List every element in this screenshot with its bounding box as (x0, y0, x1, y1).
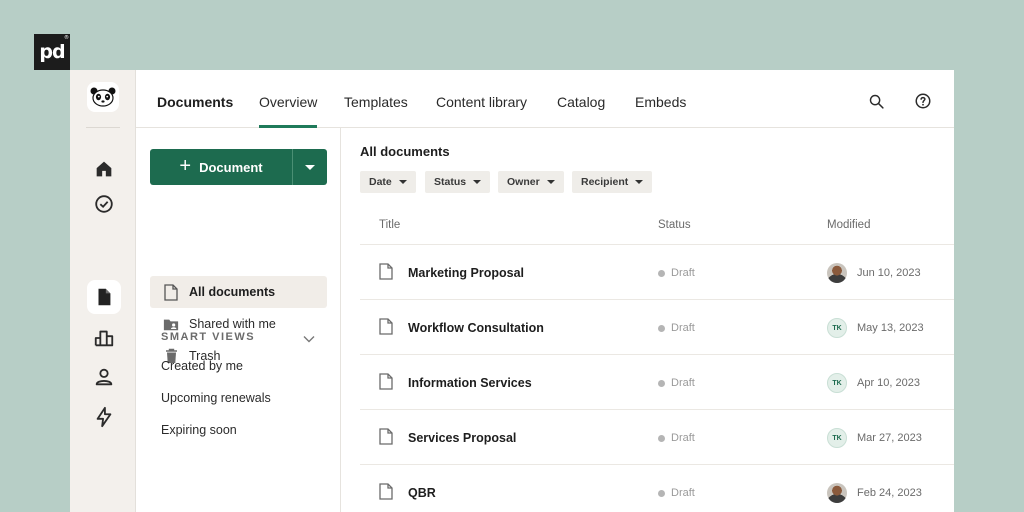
table-row[interactable]: Workflow Consultation Draft TK May 13, 2023 (360, 300, 954, 355)
smart-view-created-by-me[interactable]: Created by me (161, 359, 243, 373)
documents-list-area: All documents Date Status Owner Recipien… (341, 128, 954, 512)
pandadoc-logo: pd ® (34, 34, 70, 70)
modified-date: Jun 10, 2023 (857, 267, 921, 279)
tab-catalog[interactable]: Catalog (557, 94, 605, 128)
person-icon[interactable] (87, 360, 121, 394)
new-document-dropdown-button[interactable] (292, 149, 327, 185)
status-badge: Draft (658, 487, 695, 499)
document-outline-icon (379, 428, 393, 450)
rail-divider (86, 127, 120, 128)
caret-down-icon (635, 180, 644, 184)
new-document-label: Document (199, 159, 263, 175)
filter-date[interactable]: Date (360, 171, 416, 193)
search-icon[interactable] (866, 91, 886, 111)
filter-status[interactable]: Status (425, 171, 491, 193)
new-document-button-group: + Document (150, 149, 327, 185)
logo-text: pd (39, 41, 65, 63)
document-outline-icon (379, 318, 393, 340)
status-dot (658, 324, 665, 332)
folder-panel: + Document All documents Shared with me … (136, 128, 341, 512)
modified-date: May 13, 2023 (857, 322, 924, 334)
status-badge: Draft (658, 267, 695, 279)
caret-down-icon (398, 180, 407, 184)
folder-all-documents[interactable]: All documents (150, 276, 327, 308)
section-title: All documents (360, 144, 450, 159)
document-title[interactable]: Marketing Proposal (408, 266, 524, 280)
status-badge: Draft (658, 432, 695, 444)
avatar: TK (827, 318, 847, 338)
lightning-icon[interactable] (87, 400, 121, 434)
caret-down-icon (546, 180, 555, 184)
document-outline-icon (379, 483, 393, 505)
check-circle-icon[interactable] (87, 187, 121, 221)
document-title[interactable]: Information Services (408, 376, 532, 390)
avatar: TK (827, 428, 847, 448)
chart-icon[interactable] (87, 321, 121, 355)
app-window: Documents Overview Templates Content lib… (70, 70, 954, 512)
smart-view-upcoming-renewals[interactable]: Upcoming renewals (161, 391, 271, 405)
folder-label: Shared with me (189, 317, 276, 331)
column-header-status[interactable]: Status (658, 219, 691, 231)
avatar: TK (827, 373, 847, 393)
filter-recipient[interactable]: Recipient (572, 171, 653, 193)
chevron-down-icon (305, 164, 315, 170)
modified-date: Feb 24, 2023 (857, 487, 922, 499)
filter-label: Owner (507, 176, 540, 188)
status-label: Draft (671, 377, 695, 389)
status-dot (658, 379, 665, 387)
tab-templates[interactable]: Templates (344, 94, 408, 128)
document-icon[interactable] (87, 280, 121, 314)
avatar (827, 263, 847, 283)
document-outline-icon (163, 283, 179, 301)
home-icon[interactable] (87, 152, 121, 186)
chevron-down-icon[interactable] (303, 330, 315, 348)
tab-overview[interactable]: Overview (259, 94, 318, 128)
status-label: Draft (671, 267, 695, 279)
help-icon[interactable] (913, 91, 933, 111)
caret-down-icon (473, 180, 482, 184)
panda-logo-icon[interactable] (87, 82, 119, 112)
smart-views-header: SMART VIEWS (161, 331, 256, 343)
column-header-title[interactable]: Title (379, 219, 400, 231)
document-title[interactable]: Workflow Consultation (408, 321, 544, 335)
folder-label: All documents (189, 285, 276, 299)
avatar (827, 483, 847, 503)
column-header-modified[interactable]: Modified (827, 219, 870, 231)
modified-date: Apr 10, 2023 (857, 377, 920, 389)
left-rail (70, 70, 136, 512)
table-row[interactable]: QBR Draft Feb 24, 2023 (360, 465, 954, 512)
table-row[interactable]: Marketing Proposal Draft Jun 10, 2023 (360, 245, 954, 300)
smart-view-expiring-soon[interactable]: Expiring soon (161, 423, 237, 437)
status-dot (658, 269, 665, 277)
status-badge: Draft (658, 377, 695, 389)
document-title[interactable]: Services Proposal (408, 431, 516, 445)
document-outline-icon (379, 263, 393, 285)
page-title: Documents (157, 94, 234, 110)
filter-label: Status (434, 176, 467, 188)
new-document-button[interactable]: + Document (150, 149, 292, 185)
document-title[interactable]: QBR (408, 486, 436, 500)
table-row[interactable]: Services Proposal Draft TK Mar 27, 2023 (360, 410, 954, 465)
status-label: Draft (671, 487, 695, 499)
filter-label: Recipient (581, 176, 629, 188)
filter-owner[interactable]: Owner (498, 171, 564, 193)
shared-folder-icon (163, 316, 179, 332)
status-label: Draft (671, 432, 695, 444)
tab-embeds[interactable]: Embeds (635, 94, 686, 128)
document-outline-icon (379, 373, 393, 395)
top-nav: Documents Overview Templates Content lib… (136, 70, 954, 128)
status-badge: Draft (658, 322, 695, 334)
status-dot (658, 489, 665, 497)
modified-date: Mar 27, 2023 (857, 432, 922, 444)
plus-icon: + (179, 155, 192, 177)
status-label: Draft (671, 322, 695, 334)
tab-content-library[interactable]: Content library (436, 94, 527, 128)
table-row[interactable]: Information Services Draft TK Apr 10, 2023 (360, 355, 954, 410)
status-dot (658, 434, 665, 442)
filter-label: Date (369, 176, 392, 188)
